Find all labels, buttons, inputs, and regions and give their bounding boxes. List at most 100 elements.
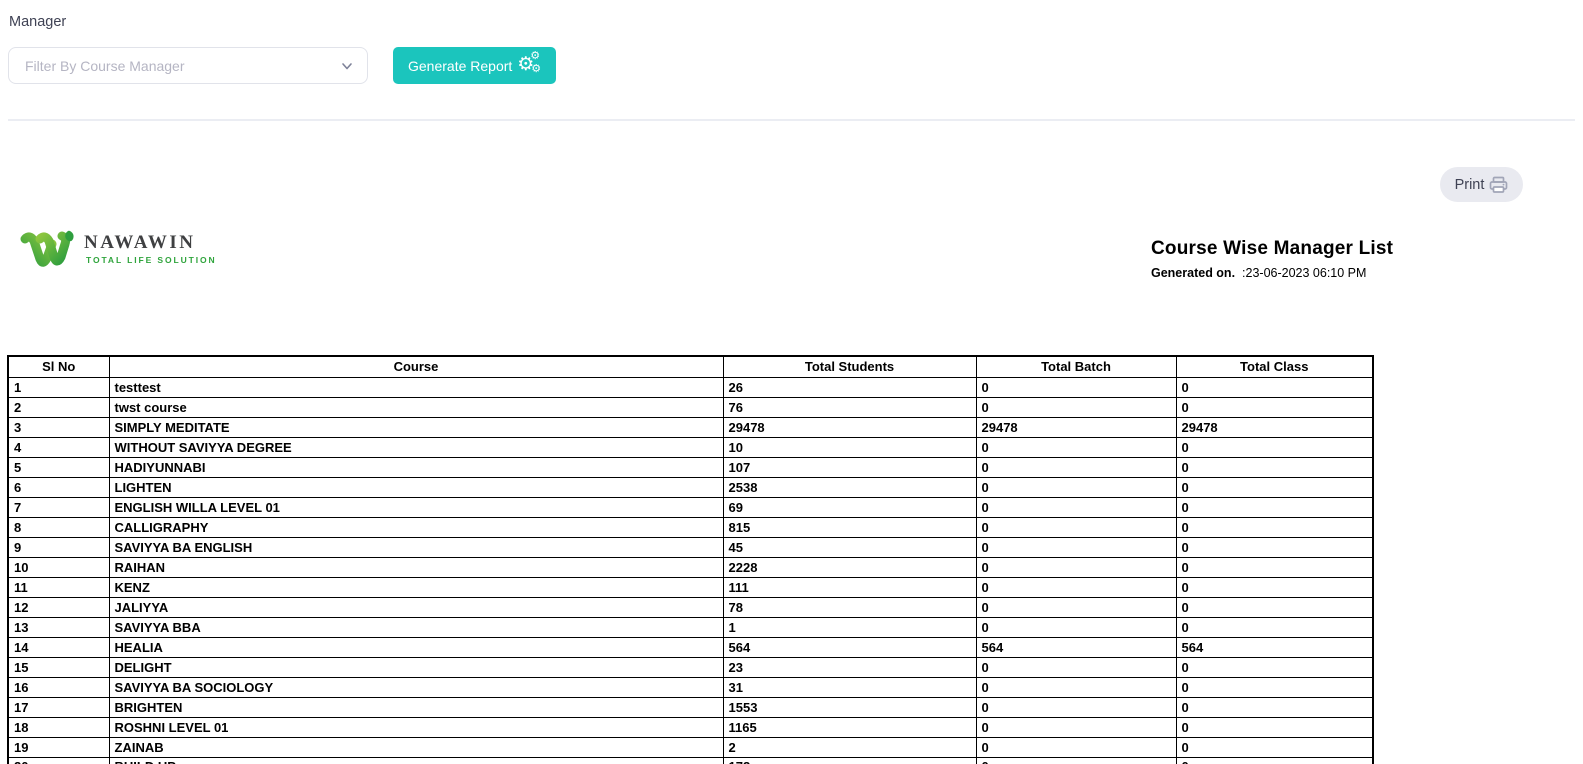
table-cell: 29478 xyxy=(976,417,1176,437)
table-cell: 16 xyxy=(8,677,109,697)
table-cell: 1165 xyxy=(723,717,976,737)
table-cell: 5 xyxy=(8,457,109,477)
table-cell: 1 xyxy=(8,377,109,397)
table-cell: 17 xyxy=(8,697,109,717)
table-cell: 20 xyxy=(8,757,109,764)
table-cell: HEALIA xyxy=(109,637,723,657)
table-row: 8CALLIGRAPHY81500 xyxy=(8,517,1373,537)
table-cell: twst course xyxy=(109,397,723,417)
section-divider xyxy=(8,119,1575,121)
chevron-down-icon xyxy=(341,60,353,72)
generated-on-value: :23-06-2023 06:10 PM xyxy=(1242,266,1366,280)
table-cell: BRIGHTEN xyxy=(109,697,723,717)
table-cell: 0 xyxy=(1176,617,1373,637)
table-cell: 0 xyxy=(1176,697,1373,717)
table-cell: 4 xyxy=(8,437,109,457)
table-cell: 11 xyxy=(8,577,109,597)
table-cell: 9 xyxy=(8,537,109,557)
table-cell: 0 xyxy=(1176,517,1373,537)
column-header: Course xyxy=(109,356,723,377)
table-cell: 12 xyxy=(8,597,109,617)
table-cell: CALLIGRAPHY xyxy=(109,517,723,537)
table-cell: 0 xyxy=(1176,677,1373,697)
table-cell: 0 xyxy=(976,597,1176,617)
column-header: Total Students xyxy=(723,356,976,377)
table-cell: 69 xyxy=(723,497,976,517)
course-manager-select-placeholder: Filter By Course Manager xyxy=(25,58,185,74)
table-cell: 0 xyxy=(976,617,1176,637)
table-cell: 0 xyxy=(976,537,1176,557)
table-cell: 111 xyxy=(723,577,976,597)
table-cell: 0 xyxy=(1176,717,1373,737)
print-label: Print xyxy=(1455,177,1485,193)
generate-report-label: Generate Report xyxy=(408,58,512,74)
table-row: 10RAIHAN222800 xyxy=(8,557,1373,577)
manager-label: Manager xyxy=(9,14,66,30)
table-cell: 19 xyxy=(8,737,109,757)
table-row: 20BUILD UP17200 xyxy=(8,757,1373,764)
table-row: 12JALIYYA7800 xyxy=(8,597,1373,617)
table-cell: 18 xyxy=(8,717,109,737)
table-cell: 0 xyxy=(976,397,1176,417)
logo-name: NAWAWIN xyxy=(84,233,217,252)
column-header: Total Class xyxy=(1176,356,1373,377)
report-table-header-row: Sl NoCourseTotal StudentsTotal BatchTota… xyxy=(8,356,1373,377)
table-cell: 13 xyxy=(8,617,109,637)
table-cell: 2 xyxy=(723,737,976,757)
table-cell: 0 xyxy=(1176,457,1373,477)
table-row: 4WITHOUT SAVIYYA DEGREE1000 xyxy=(8,437,1373,457)
table-row: 19ZAINAB200 xyxy=(8,737,1373,757)
generated-on-label: Generated on. xyxy=(1151,266,1235,280)
print-button[interactable]: Print xyxy=(1440,167,1523,202)
nawawin-logo: NAWAWIN TOTAL LIFE SOLUTION xyxy=(18,227,217,273)
table-cell: 107 xyxy=(723,457,976,477)
table-cell: HADIYUNNABI xyxy=(109,457,723,477)
table-cell: KENZ xyxy=(109,577,723,597)
table-row: 9SAVIYYA BA ENGLISH4500 xyxy=(8,537,1373,557)
report-title: Course Wise Manager List xyxy=(1151,238,1393,260)
table-cell: 26 xyxy=(723,377,976,397)
table-cell: 10 xyxy=(8,557,109,577)
table-cell: SIMPLY MEDITATE xyxy=(109,417,723,437)
printer-icon xyxy=(1489,176,1508,194)
table-cell: 29478 xyxy=(723,417,976,437)
table-cell: 0 xyxy=(976,577,1176,597)
table-row: 13SAVIYYA BBA100 xyxy=(8,617,1373,637)
table-cell: ROSHNI LEVEL 01 xyxy=(109,717,723,737)
table-cell: 2 xyxy=(8,397,109,417)
table-cell: 45 xyxy=(723,537,976,557)
table-cell: 0 xyxy=(976,497,1176,517)
table-cell: RAIHAN xyxy=(109,557,723,577)
table-cell: LIGHTEN xyxy=(109,477,723,497)
table-cell: 564 xyxy=(723,637,976,657)
table-cell: 0 xyxy=(1176,537,1373,557)
table-cell: 0 xyxy=(1176,737,1373,757)
table-cell: 0 xyxy=(1176,477,1373,497)
table-row: 17BRIGHTEN155300 xyxy=(8,697,1373,717)
table-cell: 10 xyxy=(723,437,976,457)
table-row: 14HEALIA564564564 xyxy=(8,637,1373,657)
page: Manager Filter By Course Manager Generat… xyxy=(0,0,1583,764)
course-manager-select[interactable]: Filter By Course Manager xyxy=(8,47,368,84)
table-cell: BUILD UP xyxy=(109,757,723,764)
table-cell: ENGLISH WILLA LEVEL 01 xyxy=(109,497,723,517)
table-cell: 3 xyxy=(8,417,109,437)
table-row: 11KENZ11100 xyxy=(8,577,1373,597)
table-cell: 2538 xyxy=(723,477,976,497)
table-cell: 1 xyxy=(723,617,976,637)
generate-report-button[interactable]: Generate Report ⚙⚙⚙ xyxy=(393,47,556,84)
table-cell: 0 xyxy=(976,517,1176,537)
table-cell: 0 xyxy=(976,697,1176,717)
table-row: 7ENGLISH WILLA LEVEL 016900 xyxy=(8,497,1373,517)
table-cell: JALIYYA xyxy=(109,597,723,617)
table-cell: SAVIYYA BA SOCIOLOGY xyxy=(109,677,723,697)
table-cell: 0 xyxy=(1176,757,1373,764)
column-header: Sl No xyxy=(8,356,109,377)
table-cell: 0 xyxy=(1176,657,1373,677)
table-cell: 8 xyxy=(8,517,109,537)
table-cell: 1553 xyxy=(723,697,976,717)
gears-icon: ⚙⚙⚙ xyxy=(519,56,541,76)
table-cell: 2228 xyxy=(723,557,976,577)
table-cell: 0 xyxy=(976,737,1176,757)
table-cell: SAVIYYA BA ENGLISH xyxy=(109,537,723,557)
